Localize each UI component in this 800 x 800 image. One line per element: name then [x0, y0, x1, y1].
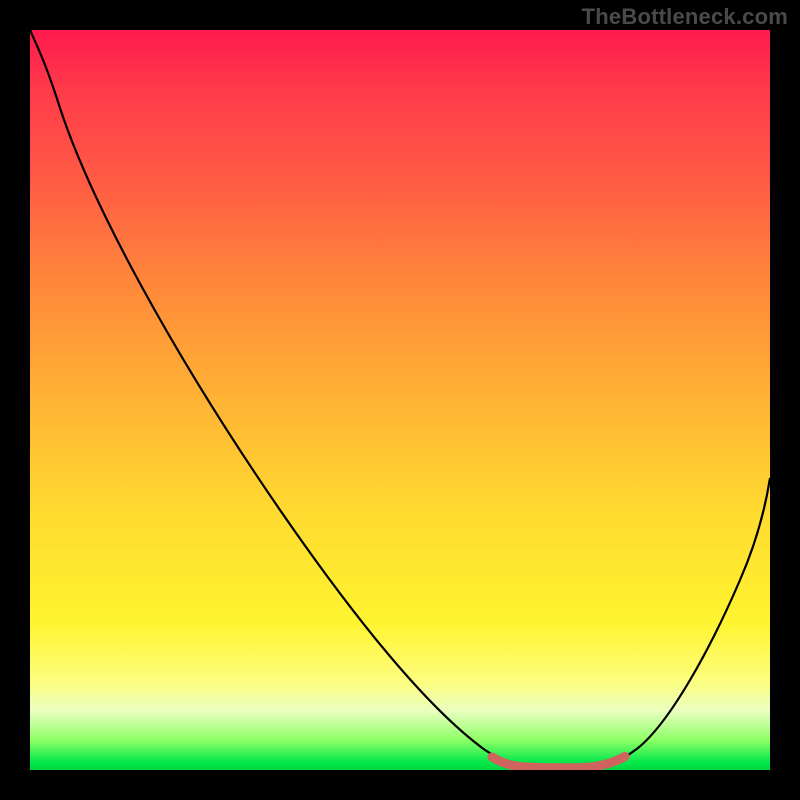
plot-area	[30, 30, 770, 770]
bottleneck-curve-svg	[30, 30, 770, 770]
watermark-label: TheBottleneck.com	[582, 4, 788, 30]
bottleneck-curve-path	[30, 30, 770, 768]
chart-frame: TheBottleneck.com	[0, 0, 800, 800]
optimal-band-marker-path	[492, 757, 625, 768]
